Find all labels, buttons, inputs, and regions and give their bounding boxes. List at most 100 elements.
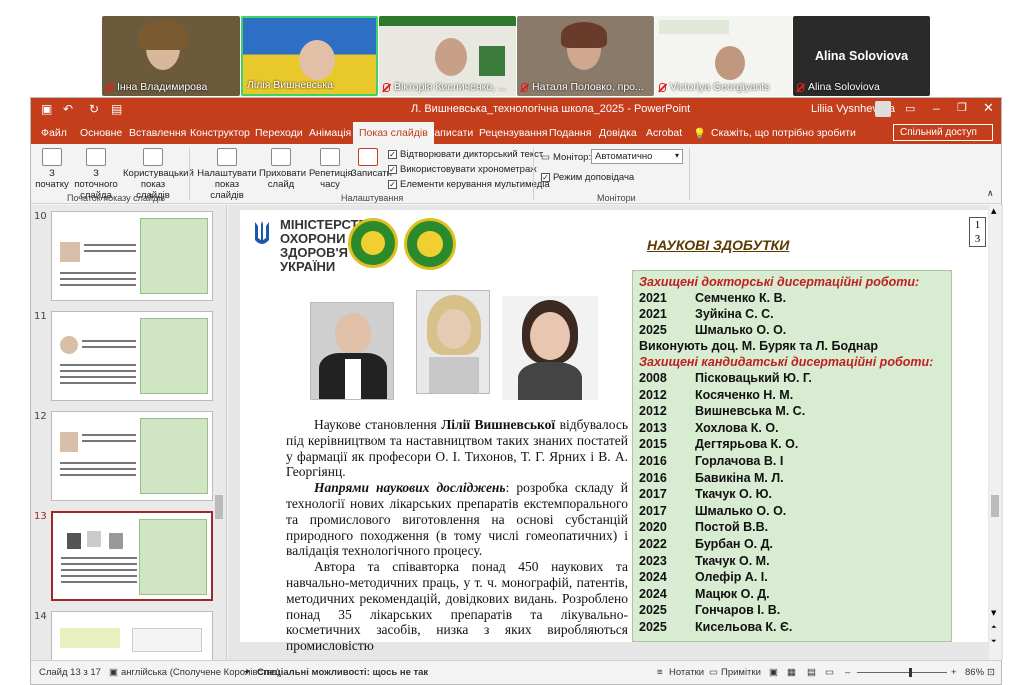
next-slide-icon[interactable]: ⏷ <box>991 637 997 646</box>
year: 2025 <box>639 603 667 618</box>
zoom-slider[interactable] <box>857 668 947 677</box>
slideshow-view-icon[interactable]: ▭ <box>825 667 834 678</box>
author-name: Зуйкіна С. С. <box>695 307 774 321</box>
dissertation-row: 2021 Семченко К. В. <box>639 291 786 305</box>
tab-help[interactable]: Довідка <box>599 127 637 139</box>
slide-thumbnail-selected[interactable] <box>51 511 213 601</box>
thumb-number: 13 <box>34 511 47 522</box>
ribbon-display-icon[interactable]: ▭ <box>905 102 915 115</box>
redo-icon[interactable]: ↻ <box>89 102 99 116</box>
dissertation-row: 2012 Вишневська М. С. <box>639 404 805 418</box>
scroll-up-icon[interactable]: ▲ <box>991 207 996 215</box>
zoom-level[interactable]: 86% <box>965 667 984 678</box>
tab-animations[interactable]: Анімація <box>309 127 351 139</box>
tab-file[interactable]: Файл <box>41 127 67 139</box>
tab-transitions[interactable]: Переходи <box>255 127 303 139</box>
start-from-beginning-icon[interactable]: ▤ <box>111 102 122 116</box>
close-icon[interactable]: ✕ <box>983 100 994 116</box>
participant-tile-active[interactable]: Лілія Вишневська <box>241 16 378 96</box>
slide-thumbnails-pane: 10 11 12 13 14 <box>31 205 227 660</box>
year: 2021 <box>639 307 667 321</box>
participant-tile[interactable]: Наталя Половко, про... <box>517 16 654 96</box>
tab-design[interactable]: Конструктор <box>190 127 250 139</box>
media-controls-checkbox[interactable]: ✓ Елементи керування мультимедіа <box>388 179 550 190</box>
scroll-down-icon[interactable]: ▼ <box>991 609 996 617</box>
fit-slide-icon[interactable]: ⊡ <box>987 667 995 678</box>
maximize-icon[interactable]: ❐ <box>957 101 967 114</box>
current-slide[interactable]: 13 МІНІСТЕРСТВО ОХОРОНИ ЗДОРОВ'Я УКРАЇНИ… <box>240 210 988 653</box>
author-name: Постой В.В. <box>695 520 769 535</box>
from-beginning-button[interactable]: З початку <box>35 148 69 190</box>
share-button[interactable]: Спільний доступ <box>893 124 993 141</box>
slide-thumbnail[interactable] <box>51 311 213 401</box>
tab-slideshow[interactable]: Показ слайдів <box>353 122 434 144</box>
collapse-ribbon-icon[interactable]: ∧ <box>987 188 994 199</box>
tab-home[interactable]: Основне <box>80 127 122 139</box>
normal-view-icon[interactable]: ▣ <box>769 667 778 678</box>
avatar[interactable] <box>875 101 891 117</box>
accessibility-status[interactable]: Спеціальні можливості: щось не так <box>257 667 428 678</box>
participant-tile[interactable]: Alina Soloviova Alina Soloviova <box>793 16 930 96</box>
tab-record[interactable]: Записати <box>428 127 473 139</box>
participant-tile[interactable]: Вікторія Кисличенко, ... <box>379 16 516 96</box>
year: 2013 <box>639 420 667 435</box>
participant-tile[interactable]: Інна Владимирова <box>102 16 240 96</box>
narration-checkbox[interactable]: ✓ Відтворювати дикторський текст <box>388 149 543 160</box>
author-name: Олефір А. І. <box>695 570 768 585</box>
photo-yarnykh <box>416 290 490 394</box>
thumb-scrollbar[interactable] <box>215 495 223 519</box>
rehearse-button[interactable]: Репетиція часу <box>309 148 353 190</box>
dissertation-row: 2008 Пісковацький Ю. Г. <box>639 371 812 385</box>
tab-insert[interactable]: Вставлення <box>129 127 186 139</box>
mic-off-icon <box>659 82 666 92</box>
slide-heading: НАУКОВІ ЗДОБУТКИ <box>647 237 790 253</box>
year: 2015 <box>639 437 667 452</box>
tab-acrobat[interactable]: Acrobat <box>646 127 682 139</box>
save-icon[interactable]: ▣ <box>41 102 52 116</box>
participant-tile[interactable]: Victoriya Georgiyants <box>655 16 792 96</box>
prev-slide-icon[interactable]: ⏶ <box>991 623 997 632</box>
slide-thumbnail[interactable] <box>51 611 213 660</box>
zoom-out-icon[interactable]: – <box>845 667 850 678</box>
slide-thumbnail[interactable] <box>51 411 213 501</box>
group-label: Монітори <box>597 193 636 203</box>
paragraph-1: Наукове становлення Лілії Вишневської ві… <box>286 417 628 480</box>
zoom-slider-handle[interactable] <box>909 668 912 677</box>
spellcheck-icon[interactable]: ▣ <box>109 667 118 678</box>
presenter-view-checkbox[interactable]: ✓ Режим доповідача <box>541 172 634 183</box>
notes-icon: ≡ <box>657 667 663 678</box>
dissertation-row: 2023 Ткачук О. М. <box>639 554 770 568</box>
record-button[interactable]: Записати <box>351 148 392 179</box>
author-name: Мацюк О. Д. <box>695 586 770 601</box>
dissertation-row: 2016 Горлачова В. І <box>639 454 783 468</box>
setup-show-button[interactable]: Налаштувати показ слайдів <box>197 148 257 201</box>
author-name: Ткачук О. М. <box>695 553 770 568</box>
title-bar: ▣ ↶ ↻ ▤ Л. Вишневська_технологічна школа… <box>31 98 1001 122</box>
dissertation-row: 2016 Бавикіна М. Л. <box>639 471 784 485</box>
undo-icon[interactable]: ↶ <box>63 102 73 116</box>
window-title: Л. Вишневська_технологічна школа_2025 - … <box>411 103 691 115</box>
slide-thumbnail[interactable] <box>51 211 213 301</box>
minimize-icon[interactable]: – <box>933 101 940 115</box>
scroll-thumb[interactable] <box>991 495 999 517</box>
screen: Інна Владимирова Лілія Вишневська Віктор… <box>0 0 1024 685</box>
notes-button[interactable]: Нотатки <box>669 667 704 678</box>
group-label: Налаштування <box>341 193 404 203</box>
hide-slide-button[interactable]: Приховати слайд <box>259 148 306 190</box>
slide-sorter-icon[interactable]: ▦ <box>787 667 796 678</box>
tab-view[interactable]: Подання <box>549 127 591 139</box>
tab-review[interactable]: Рецензування <box>479 127 547 139</box>
reading-view-icon[interactable]: ▤ <box>807 667 816 678</box>
zoom-in-icon[interactable]: + <box>951 667 957 678</box>
comments-button[interactable]: Примітки <box>721 667 761 678</box>
group-label: Початок показу слайдів <box>67 193 165 203</box>
year: 2020 <box>639 520 667 535</box>
monitor-select[interactable]: Автоматично ▾ <box>591 149 683 164</box>
tell-me-search[interactable]: Скажіть, що потрібно зробити <box>711 127 856 139</box>
mic-off-icon <box>106 82 113 92</box>
accessibility-icon[interactable]: ✦ <box>243 667 251 678</box>
timings-checkbox[interactable]: ✓ Використовувати хронометраж <box>388 164 537 175</box>
dissertation-row: 2017 Ткачук О. Ю. <box>639 487 772 501</box>
dissertation-row: 2015 Дегтярьова К. О. <box>639 437 798 452</box>
slide-vertical-scrollbar[interactable]: ▲ ▼ ⏶ ⏷ <box>989 205 1001 660</box>
